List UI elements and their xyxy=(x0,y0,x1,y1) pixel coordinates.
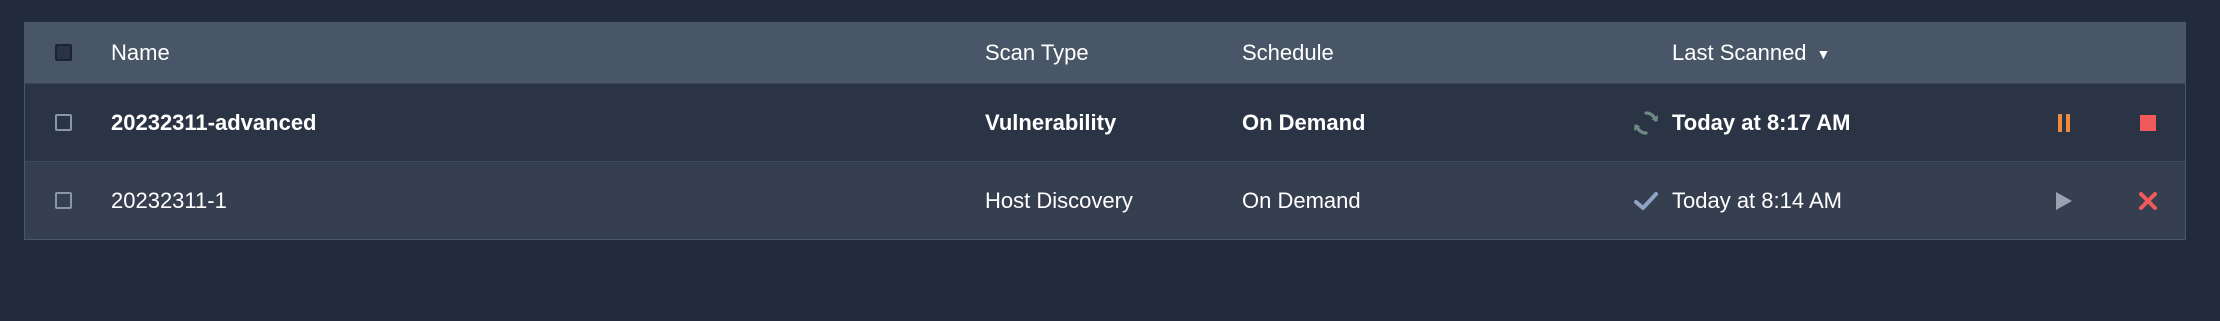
table-row[interactable]: 20232311-1 Host Discovery On Demand Toda… xyxy=(25,162,2185,239)
column-header-scan-type[interactable]: Scan Type xyxy=(985,23,1089,83)
stop-button[interactable] xyxy=(2133,84,2163,161)
status-cell xyxy=(1626,84,1666,161)
scan-name: 20232311-advanced xyxy=(111,109,317,135)
pause-button[interactable] xyxy=(2049,84,2079,161)
running-refresh-icon xyxy=(1632,109,1660,137)
row-checkbox[interactable] xyxy=(55,191,72,209)
last-scanned: Today at 8:17 AM xyxy=(1672,109,1851,135)
table-row[interactable]: 20232311-advanced Vulnerability On Deman… xyxy=(25,84,2185,162)
sort-descending-icon: ▼ xyxy=(1816,46,1831,62)
pause-icon xyxy=(2058,113,2070,132)
column-header-last-scanned[interactable]: Last Scanned ▼ xyxy=(1672,23,1830,83)
scan-type: Vulnerability xyxy=(985,109,1117,135)
column-header-last-scanned-label: Last Scanned xyxy=(1672,40,1807,65)
status-cell xyxy=(1626,162,1666,239)
scan-name: 20232311-1 xyxy=(111,187,227,213)
delete-button[interactable] xyxy=(2133,162,2163,239)
column-header-schedule-label: Schedule xyxy=(1242,40,1334,65)
row-checkbox[interactable] xyxy=(55,113,72,131)
column-header-name-label: Name xyxy=(111,40,170,65)
table-header-row: Name Scan Type Schedule Last Scanned ▼ xyxy=(25,23,2185,84)
delete-x-icon xyxy=(2139,191,2157,210)
launch-button[interactable] xyxy=(2049,162,2079,239)
scans-table: Name Scan Type Schedule Last Scanned ▼ 2… xyxy=(24,22,2186,240)
last-scanned: Today at 8:14 AM xyxy=(1672,187,1842,213)
stop-icon xyxy=(2140,114,2156,131)
play-icon xyxy=(2056,191,2072,210)
completed-check-icon xyxy=(1634,191,1658,211)
column-header-name[interactable]: Name xyxy=(111,23,170,83)
scan-schedule: On Demand xyxy=(1242,187,1361,213)
scan-type: Host Discovery xyxy=(985,187,1133,213)
column-header-scan-type-label: Scan Type xyxy=(985,40,1089,65)
column-header-schedule[interactable]: Schedule xyxy=(1242,23,1334,83)
scan-schedule: On Demand xyxy=(1242,109,1366,135)
select-all-checkbox[interactable] xyxy=(55,44,72,61)
